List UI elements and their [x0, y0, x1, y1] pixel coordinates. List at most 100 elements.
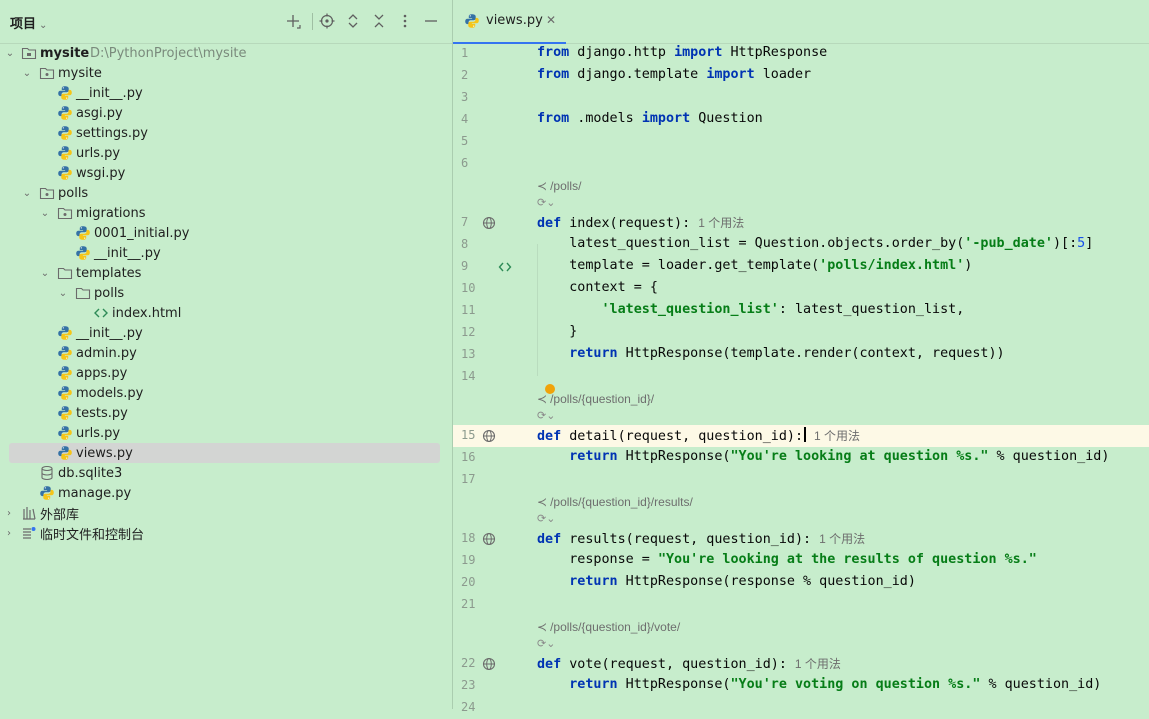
chevron-down-icon[interactable]: ⌄	[21, 187, 33, 199]
template-link-icon[interactable]	[498, 260, 512, 274]
tree-item-asgi-py[interactable]: asgi.py	[0, 103, 452, 123]
tree-item-db-sqlite3[interactable]: db.sqlite3	[0, 463, 452, 483]
tree-item-polls[interactable]: ⌄ polls	[0, 183, 452, 203]
line-number: 19	[461, 553, 476, 567]
code-line: 2 from django.template import loader	[453, 65, 1149, 87]
tree-item-external-libraries[interactable]: › 外部库	[0, 503, 452, 523]
route-actions-icon[interactable]: ⟳⌄	[537, 409, 555, 422]
route-path: /polls/{question_id}/vote/	[550, 620, 681, 634]
editor-tab-bar: views.py ✕	[453, 0, 1149, 44]
usage-hint[interactable]: 1 个用法	[819, 532, 865, 546]
tree-item-migrations[interactable]: ⌄ migrations	[0, 203, 452, 223]
locate-icon[interactable]	[316, 10, 338, 32]
collapse-all-icon[interactable]	[368, 10, 390, 32]
endpoint-route-hint[interactable]: ≺/polls/{question_id}/vote/	[537, 620, 680, 634]
tab-label: views.py	[486, 13, 543, 28]
usage-hint[interactable]: 1 个用法	[698, 216, 744, 230]
tree-item-label: tests.py	[76, 405, 128, 421]
tree-item-index-html[interactable]: index.html	[0, 303, 452, 323]
chevron-down-icon: ⌄	[39, 20, 48, 31]
route-path: /polls/{question_id}/	[550, 392, 655, 406]
tree-item-polls-urls-py[interactable]: urls.py	[0, 423, 452, 443]
code-token: latest_question_list = Question.objects.…	[537, 236, 965, 251]
tree-item-apps-py[interactable]: apps.py	[0, 363, 452, 383]
tree-item-models-py[interactable]: models.py	[0, 383, 452, 403]
chevron-down-icon[interactable]: ⌄	[21, 67, 33, 79]
code-line: 5	[453, 131, 1149, 153]
tree-item-views-py[interactable]: views.py	[0, 443, 452, 463]
tree-item-label: apps.py	[76, 365, 128, 381]
code-token: % question_id)	[988, 449, 1110, 464]
route-actions-icon[interactable]: ⟳⌄	[537, 637, 555, 650]
code-token: template = loader.get_template(	[537, 258, 820, 273]
code-token: HttpResponse(template.render(context, re…	[617, 346, 1005, 361]
globe-icon[interactable]	[482, 216, 496, 230]
code-line: 4 from .models import Question	[453, 109, 1149, 131]
close-icon[interactable]: ✕	[546, 13, 556, 27]
chevron-down-icon[interactable]: ⌄	[39, 207, 51, 219]
chevron-down-icon[interactable]: ⌄	[57, 287, 69, 299]
project-path: D:\PythonProject\mysite	[90, 45, 247, 61]
endpoint-route-hint[interactable]: ≺/polls/{question_id}/results/	[537, 495, 693, 509]
route-actions-icon[interactable]: ⟳⌄	[537, 512, 555, 525]
code-token: loader	[754, 67, 812, 82]
tree-item-urls-py[interactable]: urls.py	[0, 143, 452, 163]
tree-item-templates[interactable]: ⌄ templates	[0, 263, 452, 283]
globe-icon[interactable]	[482, 532, 496, 546]
tree-item-settings-py[interactable]: settings.py	[0, 123, 452, 143]
tree-item-tests-py[interactable]: tests.py	[0, 403, 452, 423]
minimize-icon[interactable]	[420, 10, 442, 32]
code-token: HttpResponse(response % question_id)	[617, 574, 916, 589]
usage-hint[interactable]: 1 个用法	[795, 657, 841, 671]
tree-item-scratches-consoles[interactable]: › 临时文件和控制台	[0, 523, 452, 543]
tree-item-polls-init-py[interactable]: __init__.py	[0, 323, 452, 343]
chevron-down-icon[interactable]: ⌄	[4, 47, 16, 59]
globe-icon[interactable]	[482, 657, 496, 671]
new-file-icon[interactable]	[283, 10, 305, 32]
tree-item-init-py[interactable]: __init__.py	[0, 83, 452, 103]
tree-item-label: 外部库	[40, 507, 80, 523]
tree-item-migrations-init-py[interactable]: __init__.py	[0, 243, 452, 263]
endpoint-route-hint[interactable]: ≺/polls/{question_id}/	[537, 392, 654, 406]
keyword: return	[569, 346, 618, 361]
line-number: 9	[461, 259, 469, 273]
tree-item-manage-py[interactable]: manage.py	[0, 483, 452, 503]
line-number: 10	[461, 281, 476, 295]
tab-views-py[interactable]: views.py ✕	[453, 0, 566, 44]
code-token: }	[537, 324, 578, 339]
python-file-icon	[57, 385, 73, 401]
route-actions-icon[interactable]: ⟳⌄	[537, 196, 555, 209]
globe-icon[interactable]	[482, 429, 496, 443]
tree-item-label: urls.py	[76, 145, 121, 161]
usage-hint[interactable]: 1 个用法	[814, 429, 860, 443]
tree-item-admin-py[interactable]: admin.py	[0, 343, 452, 363]
code-token: vote(request, question_id):	[561, 657, 787, 672]
tree-item-mysite-package[interactable]: ⌄ mysite	[0, 63, 452, 83]
code-token: HttpResponse(	[617, 449, 731, 464]
tree-item-wsgi-py[interactable]: wsgi.py	[0, 163, 452, 183]
tree-item-templates-polls[interactable]: ⌄ polls	[0, 283, 452, 303]
tree-item-0001-initial-py[interactable]: 0001_initial.py	[0, 223, 452, 243]
more-options-icon[interactable]	[394, 10, 416, 32]
code-line: 24	[453, 697, 1149, 719]
line-number: 21	[461, 597, 476, 611]
code-line: 23 return HttpResponse("You're voting on…	[453, 675, 1149, 697]
line-number: 11	[461, 303, 476, 317]
line-number: 3	[461, 90, 469, 104]
tree-item-label: __init__.py	[76, 85, 143, 101]
code-token: HttpResponse	[722, 45, 828, 60]
code-token: % question_id)	[980, 677, 1102, 692]
chevron-right-icon[interactable]: ›	[3, 507, 15, 519]
tree-item-mysite-root[interactable]: ⌄ mysite D:\PythonProject\mysite	[0, 43, 452, 63]
chevron-right-icon[interactable]: ›	[3, 527, 15, 539]
code-token: )[:	[1052, 236, 1078, 251]
project-view-selector[interactable]: 项目 ⌄	[10, 13, 47, 32]
python-file-icon	[57, 425, 73, 441]
chevron-down-icon[interactable]: ⌄	[39, 267, 51, 279]
line-number: 20	[461, 575, 476, 589]
endpoint-route-hint[interactable]: ≺/polls/	[537, 179, 581, 193]
keyword: import	[706, 67, 755, 82]
expand-all-icon[interactable]	[342, 10, 364, 32]
code-line: 13 return HttpResponse(template.render(c…	[453, 344, 1149, 366]
